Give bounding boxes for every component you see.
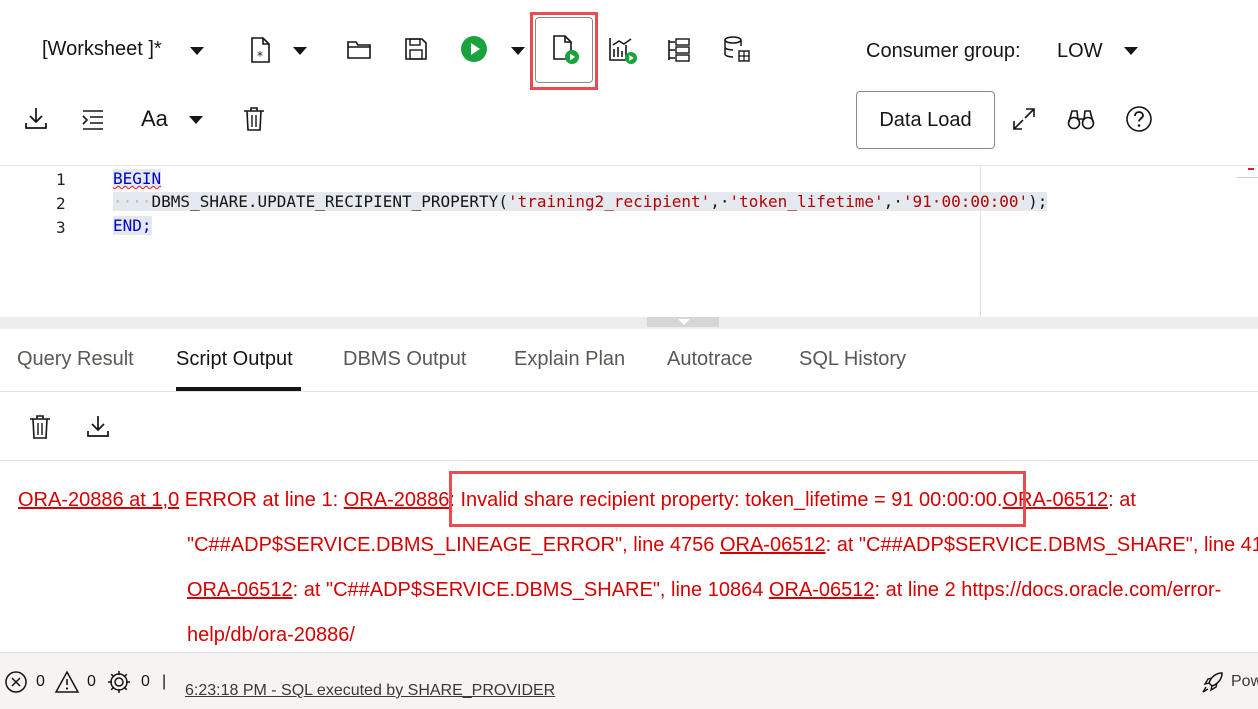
- output-line-4: help/db/ora-20886/: [187, 624, 355, 647]
- line-number: 1: [56, 170, 66, 189]
- error-text: help/db/ora-20886/: [187, 624, 355, 646]
- status-bar: 0 0 0 | 6:23:18 PM - SQL executed by SHA…: [0, 652, 1258, 709]
- sql-editor[interactable]: 1 2 3 BEGIN ····DBMS_SHARE.UPDATE_RECIPI…: [0, 165, 1258, 318]
- code-line-2[interactable]: ····DBMS_SHARE.UPDATE_RECIPIENT_PROPERTY…: [113, 192, 1048, 211]
- error-link[interactable]: ORA-06512: [720, 534, 826, 556]
- line-number: 3: [56, 218, 66, 237]
- font-size-chevron-down-icon[interactable]: [185, 113, 207, 127]
- gear-icon: [108, 670, 130, 693]
- separator: ,·: [883, 192, 903, 211]
- tasks-indicator[interactable]: 0: [106, 653, 150, 709]
- status-separator: |: [162, 672, 167, 690]
- error-link[interactable]: ORA-06512: [187, 579, 293, 601]
- procedure-call: DBMS_SHARE.UPDATE_RECIPIENT_PROPERTY(: [151, 192, 508, 211]
- tab-explain-plan[interactable]: Explain Plan: [514, 348, 625, 371]
- clear-output-trash-icon[interactable]: [27, 412, 53, 442]
- collapse-chevron-down-icon[interactable]: [678, 319, 690, 325]
- warnings-count: 0: [87, 672, 96, 690]
- error-text: : at: [1108, 489, 1136, 511]
- font-size-icon[interactable]: Aa: [141, 106, 168, 132]
- error-text: : at line 2 https://docs.oracle.com/erro…: [874, 579, 1222, 601]
- clear-trash-icon[interactable]: [240, 104, 268, 134]
- explain-plan-icon[interactable]: [664, 36, 694, 64]
- editor-overview-ruler: [1237, 166, 1258, 178]
- separator: ,·: [710, 192, 730, 211]
- line-number: 2: [56, 194, 66, 213]
- binoculars-icon[interactable]: [1066, 105, 1096, 133]
- statement-end: );: [1028, 192, 1048, 211]
- worksheet-name[interactable]: [Worksheet ]*: [42, 38, 162, 61]
- panel-splitter[interactable]: [0, 317, 1258, 329]
- run-statement-icon[interactable]: [458, 34, 490, 64]
- consumer-group-select[interactable]: LOW: [1057, 40, 1103, 63]
- help-icon[interactable]: [1124, 104, 1154, 134]
- keyword-end: END;: [113, 216, 152, 235]
- error-text: : at "C##ADP$SERVICE.DBMS_SHARE", line 1…: [292, 579, 769, 601]
- error-message-highlight: [449, 471, 1026, 527]
- expand-icon[interactable]: [1010, 105, 1038, 133]
- warning-triangle-icon: [54, 669, 80, 693]
- tab-sql-history[interactable]: SQL History: [799, 348, 906, 371]
- format-code-icon[interactable]: [78, 106, 108, 134]
- code-line-1[interactable]: BEGIN: [113, 169, 162, 188]
- errors-indicator[interactable]: 0: [4, 653, 45, 709]
- status-message-link[interactable]: 6:23:18 PM - SQL executed by SHARE_PROVI…: [185, 682, 555, 700]
- code-line-3[interactable]: END;: [113, 216, 152, 235]
- keyword-begin: BEGIN: [113, 169, 162, 188]
- run-options-chevron-down-icon[interactable]: [507, 44, 529, 58]
- svg-text:*: *: [257, 49, 263, 63]
- error-link[interactable]: ORA-06512: [769, 579, 875, 601]
- string-literal: '91·00:00:00': [902, 192, 1029, 211]
- string-literal: 'token_lifetime': [729, 192, 884, 211]
- output-tabs: Query Result Script Output DBMS Output E…: [0, 329, 1258, 392]
- warnings-indicator[interactable]: 0: [54, 653, 96, 709]
- download-icon[interactable]: [22, 104, 50, 132]
- worksheet-toolbar: [Worksheet ]* * Consumer group: LOW Aa D…: [0, 0, 1258, 165]
- save-icon[interactable]: [402, 36, 430, 62]
- indent-whitespace: ····: [113, 192, 152, 211]
- tab-query-result[interactable]: Query Result: [17, 348, 134, 371]
- consumer-group-label: Consumer group:: [866, 40, 1021, 62]
- database-actions-icon[interactable]: [721, 34, 753, 64]
- error-text: : at "C##ADP$SERVICE.DBMS_SHARE", line 4…: [825, 534, 1258, 556]
- errors-count: 0: [36, 672, 45, 690]
- rocket-icon: [1202, 671, 1223, 693]
- download-output-icon[interactable]: [84, 412, 112, 440]
- error-text: "C##ADP$SERVICE.DBMS_LINEAGE_ERROR", lin…: [187, 534, 720, 556]
- error-link[interactable]: ORA-20886 at 1,0: [18, 489, 179, 511]
- powered-by-label: Pow: [1231, 672, 1258, 690]
- error-circle-icon: [5, 670, 27, 693]
- run-script-icon[interactable]: [549, 32, 581, 66]
- error-text: ERROR at line 1:: [179, 489, 344, 511]
- open-folder-icon[interactable]: [344, 36, 374, 62]
- tab-autotrace[interactable]: Autotrace: [667, 348, 753, 371]
- tasks-count: 0: [141, 672, 150, 690]
- consumer-group-chevron-down-icon[interactable]: [1120, 44, 1142, 58]
- output-toolbar: [0, 393, 1258, 461]
- output-line-2: "C##ADP$SERVICE.DBMS_LINEAGE_ERROR", lin…: [187, 534, 1258, 557]
- error-link[interactable]: ORA-20886: [344, 489, 450, 511]
- powered-by[interactable]: Pow: [1200, 653, 1258, 709]
- print-margin: [980, 166, 981, 318]
- autotrace-icon[interactable]: [606, 34, 640, 66]
- tab-script-output[interactable]: Script Output: [176, 348, 293, 371]
- data-load-button[interactable]: Data Load: [856, 91, 995, 149]
- new-worksheet-icon[interactable]: *: [246, 34, 276, 66]
- worksheet-dropdown-chevron-icon[interactable]: [186, 44, 208, 58]
- output-line-3: ORA-06512: at "C##ADP$SERVICE.DBMS_SHARE…: [187, 579, 1221, 602]
- active-tab-indicator: [176, 387, 301, 391]
- tab-dbms-output[interactable]: DBMS Output: [343, 348, 466, 371]
- string-literal: 'training2_recipient': [507, 192, 711, 211]
- new-worksheet-chevron-down-icon[interactable]: [289, 44, 311, 58]
